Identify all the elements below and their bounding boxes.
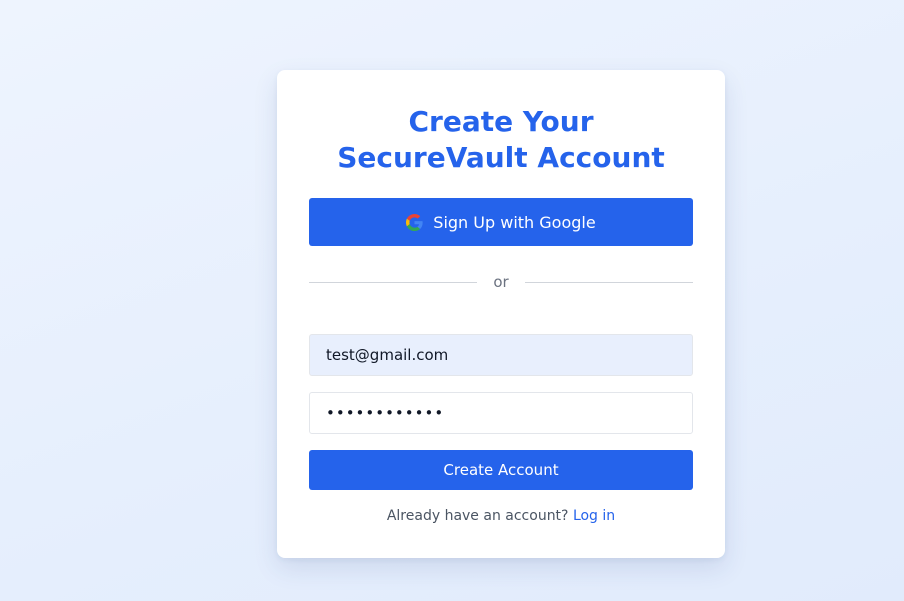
divider-line-right [524, 281, 694, 283]
signup-card: Create Your SecureVault Account Sign Up … [277, 70, 725, 558]
create-account-button[interactable]: Create Account [309, 450, 693, 490]
login-prompt-text: Already have an account? [386, 508, 573, 524]
password-field[interactable] [309, 392, 693, 434]
login-prompt: Already have an account? Log in [277, 508, 725, 524]
divider-text: or [493, 273, 509, 291]
page-title: Create Your SecureVault Account [337, 105, 665, 174]
google-signup-label: Sign Up with Google [433, 212, 596, 232]
google-signup-button[interactable]: Sign Up with Google [309, 198, 693, 246]
google-icon [406, 213, 423, 231]
or-divider: or [309, 272, 694, 292]
login-link[interactable]: Log in [573, 508, 615, 524]
divider-line-left [309, 281, 478, 283]
email-field[interactable] [309, 334, 693, 376]
